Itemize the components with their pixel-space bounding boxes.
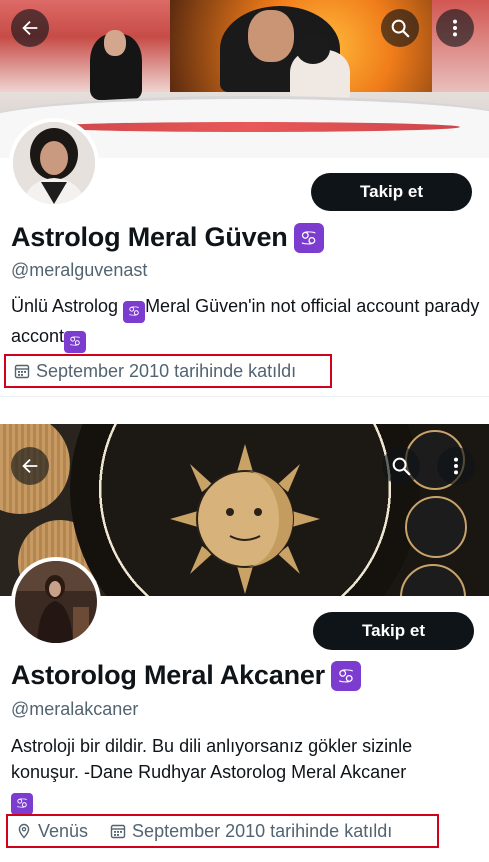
profile-bio: Astroloji bir dildir. Bu dili anlıyorsan…: [11, 733, 481, 815]
cancer-zodiac-icon: ♋: [11, 793, 33, 815]
profile-name-row: Astrolog Meral Güven ♋: [11, 222, 324, 253]
calendar-icon: [14, 364, 30, 379]
profile-name: Astrolog Meral Güven: [11, 222, 288, 252]
arrow-left-icon: [22, 458, 38, 474]
profile-card-1: Takip et Astrolog Meral Güven ♋ @meralgu…: [0, 0, 489, 396]
location-pin-icon: [18, 823, 30, 839]
search-icon: [391, 19, 410, 38]
more-vertical-icon: [453, 457, 459, 475]
cancer-zodiac-icon: ♋: [123, 301, 146, 323]
bio-text-part1: Ünlü Astrolog: [11, 296, 124, 316]
join-date: September 2010 tarihinde katıldı: [110, 821, 392, 842]
join-date-text: September 2010 tarihinde katıldı: [36, 360, 297, 381]
follow-button[interactable]: Takip et: [313, 612, 474, 650]
join-date: September 2010 tarihinde katıldı: [14, 361, 296, 382]
calendar-icon: [110, 824, 126, 839]
avatar[interactable]: [9, 118, 99, 208]
join-date-text: September 2010 tarihinde katıldı: [132, 820, 393, 841]
more-options-button[interactable]: [436, 9, 474, 47]
location-and-join-date-highlight: Venüs September 2010 tarihinde katıldı: [6, 814, 439, 848]
join-date-highlight: September 2010 tarihinde katıldı: [4, 354, 332, 388]
search-icon: [392, 457, 411, 476]
profile-handle: @meralakcaner: [11, 699, 139, 719]
back-button[interactable]: [11, 9, 49, 47]
profile-name: Astorolog Meral Akcaner: [11, 660, 325, 690]
avatar[interactable]: [11, 557, 101, 647]
arrow-left-icon: [22, 20, 38, 36]
cancer-zodiac-icon: ♋: [64, 331, 87, 353]
location: Venüs: [16, 821, 88, 842]
profile-handle: @meralguvenast: [11, 260, 148, 280]
back-button[interactable]: [11, 447, 49, 485]
cancer-zodiac-icon: ♋: [293, 222, 324, 253]
profile-name-row: Astorolog Meral Akcaner ♋: [11, 660, 361, 691]
search-button[interactable]: [382, 447, 420, 485]
cancer-zodiac-icon: ♋: [330, 660, 361, 691]
follow-button[interactable]: Takip et: [311, 173, 472, 211]
search-button[interactable]: [381, 9, 419, 47]
profile-card-2: Takip et Astorolog Meral Akcaner ♋ @mera…: [0, 424, 489, 862]
profile-bio: Ünlü Astrolog ♋ Meral Güven'in not offici…: [11, 293, 481, 353]
location-text: Venüs: [38, 820, 89, 841]
separator: [0, 396, 489, 424]
more-vertical-icon: [452, 19, 458, 37]
more-options-button[interactable]: [437, 447, 475, 485]
bio-text: Astroloji bir dildir. Bu dili anlıyorsan…: [11, 736, 413, 782]
